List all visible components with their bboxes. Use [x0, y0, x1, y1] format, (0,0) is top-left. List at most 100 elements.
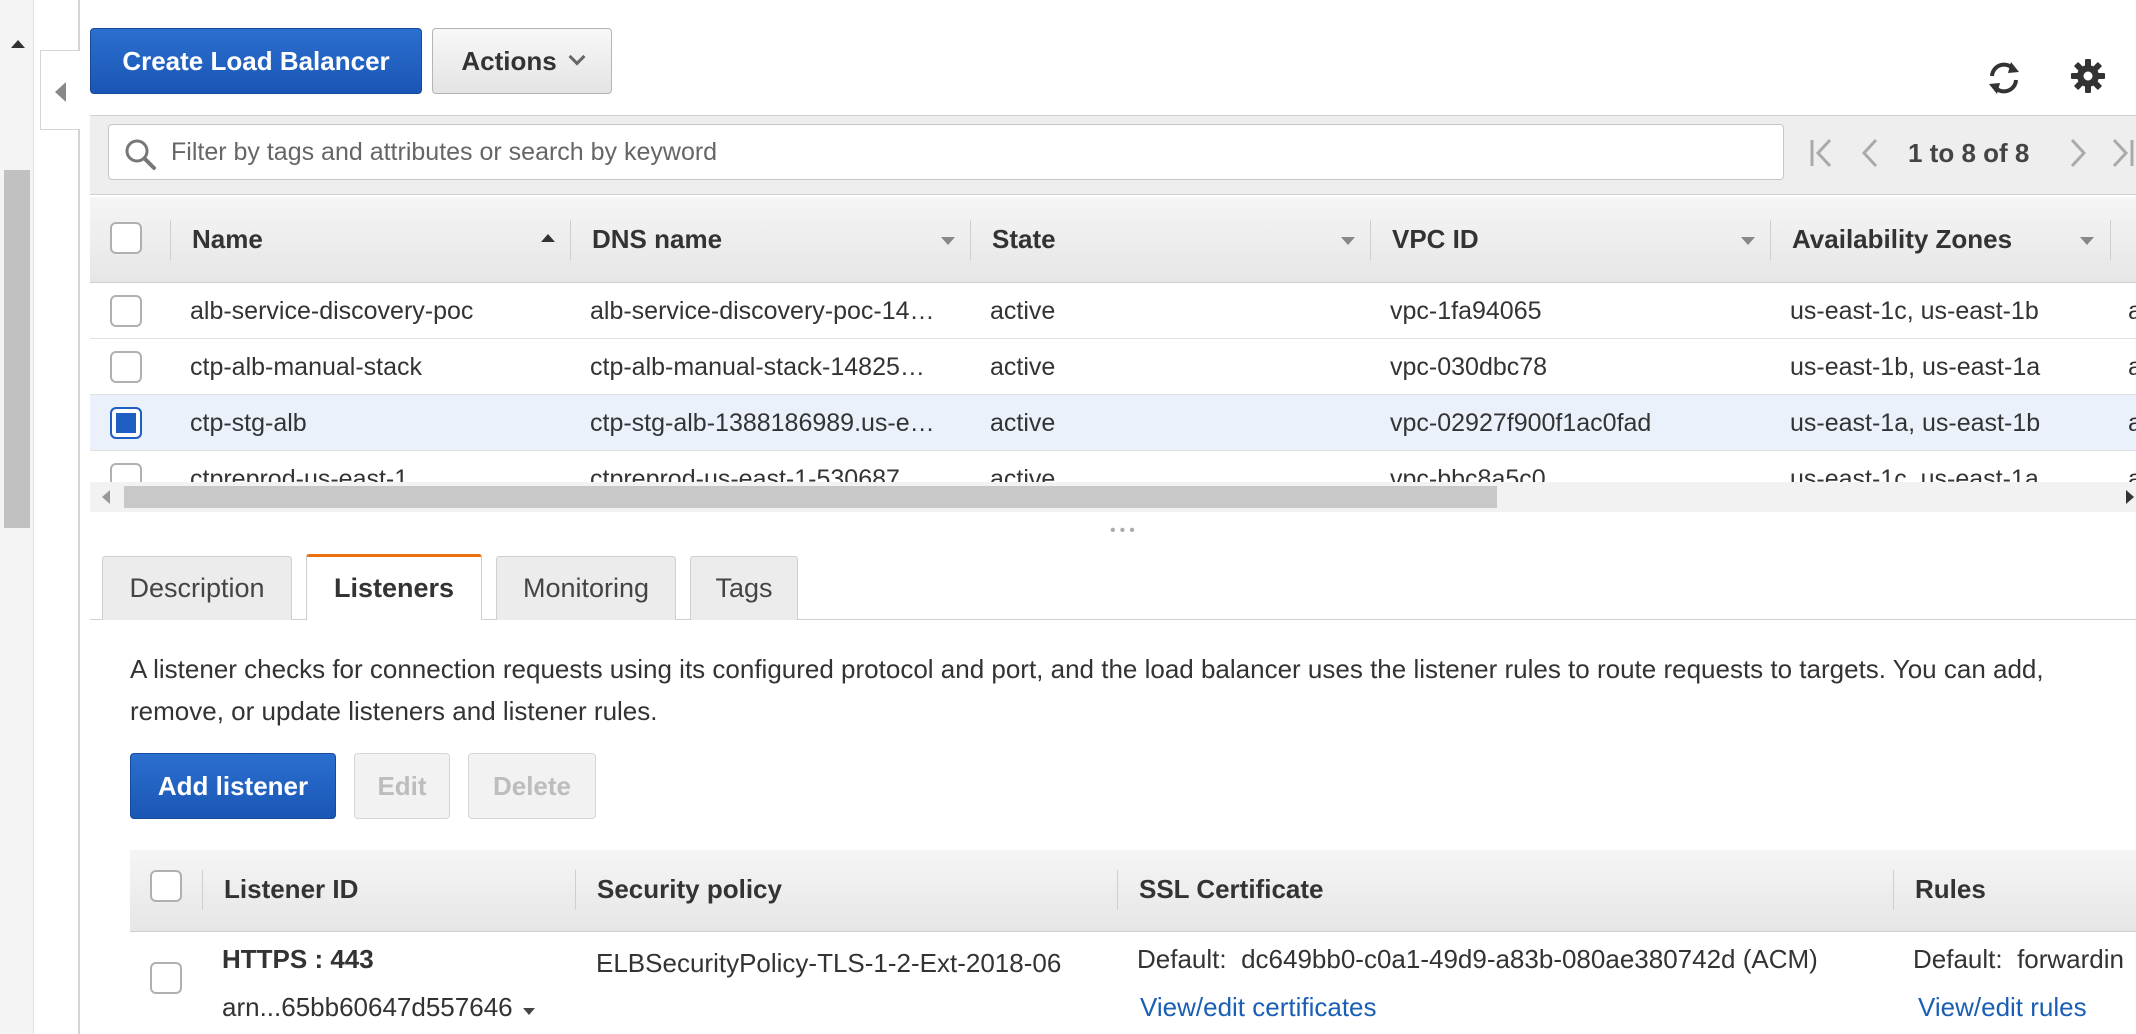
sort-icon[interactable] [941, 237, 955, 245]
row-dns-name: alb-service-discovery-poc-14… [590, 297, 935, 325]
column-separator [1893, 870, 1894, 910]
row-checkbox[interactable] [110, 463, 142, 482]
delete-button[interactable]: Delete [468, 753, 596, 819]
row-name: alb-service-discovery-poc [190, 297, 474, 325]
column-separator [970, 220, 971, 260]
column-header-availability-zones[interactable]: Availability Zones [1792, 224, 2012, 255]
chevron-left-icon [55, 82, 66, 102]
row-state: active [990, 353, 1056, 381]
row-truncated-cell: a [2128, 409, 2136, 438]
view-edit-rules-link[interactable]: View/edit rules [1918, 992, 2087, 1023]
content-divider [78, 0, 80, 1034]
row-truncated-cell: a [2128, 297, 2136, 326]
row-dns-name: ctp-alb-manual-stack-14825… [590, 353, 925, 381]
select-all-listeners-checkbox[interactable] [150, 870, 182, 902]
column-header-name[interactable]: Name [192, 224, 263, 255]
search-box[interactable] [108, 124, 1784, 180]
select-all-checkbox[interactable] [110, 222, 142, 254]
column-header-ssl-certificate: SSL Certificate [1139, 874, 1324, 904]
listener-arn-toggle[interactable]: arn...65bb60647d557646 [222, 992, 536, 1023]
page-vertical-scrollbar[interactable] [0, 0, 34, 1034]
scroll-left-icon[interactable] [102, 490, 110, 504]
listener-row[interactable]: HTTPS : 443 arn...65bb60647d557646 ELBSe… [130, 932, 2136, 1034]
certificate-prefix: Default: [1137, 944, 1227, 974]
sort-icon[interactable] [1741, 237, 1755, 245]
ssl-certificate: Default: dc649bb0-c0a1-49d9-a83b-080ae38… [1137, 944, 1818, 975]
tab-monitoring-label: Monitoring [522, 573, 650, 603]
sort-icon[interactable] [1341, 237, 1355, 245]
column-separator [170, 220, 171, 260]
create-load-balancer-button[interactable]: Create Load Balancer [90, 28, 422, 94]
column-separator [202, 870, 203, 910]
scroll-up-icon[interactable] [11, 40, 25, 48]
horizontal-scroll-thumb[interactable] [124, 486, 1497, 508]
chevron-down-icon [568, 48, 586, 66]
column-header-state[interactable]: State [992, 224, 1056, 255]
table-row[interactable]: alb-service-discovery-poc alb-service-di… [90, 283, 2136, 339]
row-dns-name: ctp-stg-alb-1388186989.us-e… [590, 409, 935, 437]
search-input[interactable] [169, 131, 1769, 173]
rules-prefix: Default: [1913, 944, 2003, 974]
column-header-listener-id: Listener ID [224, 874, 359, 904]
row-vpc-id: vpc-030dbc78 [1390, 353, 1548, 381]
tab-description[interactable]: Description [102, 556, 292, 620]
column-separator [2110, 220, 2111, 260]
column-separator [570, 220, 571, 260]
column-separator [575, 870, 576, 910]
next-page-icon[interactable] [2068, 138, 2090, 168]
certificate-id: dc649bb0-c0a1-49d9-a83b-080ae380742d (AC… [1241, 944, 1818, 974]
add-listener-button[interactable]: Add listener [130, 753, 336, 819]
row-availability-zones: us-east-1b, us-east-1a [1790, 353, 2041, 381]
column-header-dns-name[interactable]: DNS name [592, 224, 722, 255]
rules-value: forwardin [2017, 944, 2124, 974]
table-row[interactable]: ctp-alb-manual-stack ctp-alb-manual-stac… [90, 339, 2136, 395]
actions-dropdown-button[interactable]: Actions [432, 28, 612, 94]
column-separator [1770, 220, 1771, 260]
listener-row-checkbox[interactable] [150, 962, 182, 994]
row-state: active [990, 465, 1056, 482]
edit-button[interactable]: Edit [354, 753, 450, 819]
row-name: ctp-alb-manual-stack [190, 353, 423, 381]
tab-monitoring[interactable]: Monitoring [496, 556, 676, 620]
row-availability-zones: us-east-1a, us-east-1b [1790, 409, 2041, 437]
row-checkbox[interactable] [110, 295, 142, 327]
listeners-description: A listener checks for connection request… [130, 654, 2044, 726]
scroll-thumb[interactable] [4, 170, 30, 528]
last-page-icon[interactable] [2110, 138, 2136, 168]
row-checkbox-checked[interactable] [110, 407, 142, 439]
rules-default: Default: forwardin [1913, 944, 2136, 975]
listener-id: HTTPS : 443 [222, 944, 374, 974]
resize-grip-icon[interactable]: ••• [1110, 522, 1139, 540]
row-checkbox[interactable] [110, 351, 142, 383]
first-page-icon[interactable] [1808, 138, 1834, 168]
sort-icon[interactable] [2080, 237, 2094, 245]
gear-icon[interactable] [2070, 58, 2106, 94]
view-edit-certificates-link[interactable]: View/edit certificates [1140, 992, 1377, 1023]
row-truncated-cell: a [2128, 465, 2136, 482]
sort-ascending-icon[interactable] [541, 234, 555, 242]
column-separator [1117, 870, 1118, 910]
add-listener-label: Add listener [157, 770, 309, 801]
actions-label: Actions [461, 45, 557, 76]
edit-label: Edit [377, 770, 427, 801]
column-header-vpc-id[interactable]: VPC ID [1392, 224, 1479, 255]
scroll-right-icon[interactable] [2126, 490, 2134, 504]
tab-listeners[interactable]: Listeners [306, 554, 482, 620]
tab-listeners-label: Listeners [333, 573, 455, 603]
delete-label: Delete [492, 770, 572, 801]
table-row[interactable]: ctpreprod-us-east-1 ctpreprod-us-east-1-… [90, 451, 2136, 482]
collapse-sidebar-button[interactable] [40, 50, 80, 130]
tab-tags[interactable]: Tags [690, 556, 798, 620]
column-header-security-policy: Security policy [597, 874, 782, 904]
prev-page-icon[interactable] [1858, 138, 1880, 168]
security-policy: ELBSecurityPolicy-TLS-1-2-Ext-2018-06 [596, 948, 1062, 978]
row-vpc-id: vpc-02927f900f1ac0fad [1390, 409, 1652, 437]
row-vpc-id: vpc-1fa94065 [1390, 297, 1542, 325]
table-row-selected[interactable]: ctp-stg-alb ctp-stg-alb-1388186989.us-e…… [90, 395, 2136, 451]
caret-down-icon [523, 1008, 536, 1016]
row-state: active [990, 409, 1056, 437]
tab-description-label: Description [129, 573, 265, 603]
table-horizontal-scrollbar[interactable] [90, 482, 2136, 512]
refresh-icon[interactable] [1984, 58, 2024, 98]
row-state: active [990, 297, 1056, 325]
